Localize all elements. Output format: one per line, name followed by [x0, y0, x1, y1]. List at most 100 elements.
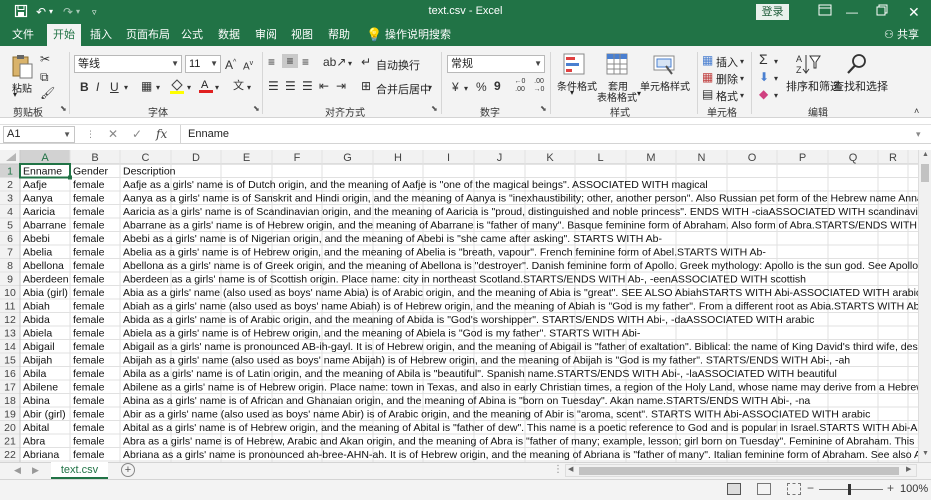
- zoom-out-icon[interactable]: −: [807, 481, 814, 495]
- cell-description[interactable]: Abilene as a girls' name is of Hebrew or…: [123, 382, 918, 394]
- paste-dropdown-icon[interactable]: ▾: [13, 90, 17, 99]
- conditional-dropdown-icon[interactable]: ▾: [570, 88, 574, 97]
- cell-name[interactable]: Aanya: [23, 193, 53, 205]
- row-header[interactable]: 19: [4, 409, 16, 421]
- merge-center-button[interactable]: 合并后居中: [376, 81, 431, 97]
- row-header[interactable]: 17: [4, 382, 16, 394]
- cell-description[interactable]: Abiah as a girls' name (also used as boy…: [123, 301, 918, 313]
- wrap-text-button[interactable]: 自动换行: [376, 57, 420, 73]
- cell-name[interactable]: Aafje: [23, 179, 47, 191]
- column-header-c[interactable]: C: [142, 152, 150, 164]
- insert-cells-icon[interactable]: ▦: [702, 53, 713, 67]
- row-header[interactable]: 15: [4, 355, 16, 367]
- align-right-icon[interactable]: ☰: [302, 79, 313, 93]
- cell-gender[interactable]: female: [73, 355, 105, 367]
- row-header[interactable]: 9: [7, 274, 13, 286]
- row-header[interactable]: 16: [4, 368, 16, 380]
- scroll-down-icon[interactable]: ▼: [922, 450, 929, 457]
- cell-gender[interactable]: female: [73, 287, 105, 299]
- cell-styles-button[interactable]: 单元格样式: [640, 78, 690, 93]
- column-header-o[interactable]: O: [748, 152, 757, 164]
- font-launcher-icon[interactable]: ⬊: [253, 104, 260, 113]
- fill-color-icon[interactable]: [170, 78, 184, 97]
- cell-gender[interactable]: female: [73, 422, 105, 434]
- cell-name[interactable]: Abebi: [23, 233, 50, 245]
- insert-cells-button[interactable]: 插入: [716, 54, 738, 70]
- tab-home[interactable]: 开始: [47, 24, 81, 46]
- cell-description[interactable]: Abigail as a girls' name is pronounced A…: [123, 341, 918, 353]
- cell-name[interactable]: Abiela: [23, 328, 52, 340]
- cell-name[interactable]: Abital: [23, 422, 49, 434]
- underline-dropdown-icon[interactable]: ▾: [124, 81, 128, 95]
- cell-gender[interactable]: female: [73, 436, 105, 448]
- page-break-view-icon[interactable]: [787, 483, 801, 495]
- cell-description[interactable]: Abijah as a girls' name (also used as bo…: [123, 355, 850, 367]
- row-header[interactable]: 14: [4, 341, 16, 353]
- insert-dropdown-icon[interactable]: ▾: [740, 55, 744, 69]
- cell-gender[interactable]: female: [73, 206, 105, 218]
- cell-description[interactable]: Description: [123, 166, 176, 178]
- cell-name[interactable]: Abra: [23, 436, 45, 448]
- column-header-l[interactable]: L: [597, 152, 603, 164]
- delete-cells-button[interactable]: 删除: [716, 71, 738, 87]
- grow-font-icon[interactable]: A^: [225, 56, 236, 72]
- cell-description[interactable]: Abital as a girls' name is of Hebrew ori…: [123, 422, 918, 434]
- number-format-select[interactable]: 常规 ▼: [447, 55, 545, 73]
- bold-button[interactable]: B: [80, 80, 89, 94]
- cancel-edit-icon[interactable]: ✕: [108, 127, 118, 141]
- row-header[interactable]: 21: [4, 436, 16, 448]
- row-header[interactable]: 10: [4, 287, 16, 299]
- number-launcher-icon[interactable]: ⬊: [540, 104, 547, 113]
- column-header-k[interactable]: K: [546, 152, 554, 164]
- cell-gender[interactable]: female: [73, 341, 105, 353]
- cell-gender[interactable]: female: [73, 193, 105, 205]
- row-header[interactable]: 13: [4, 328, 16, 340]
- fill-icon[interactable]: ⬇: [759, 70, 769, 84]
- increase-indent-icon[interactable]: ⇥: [336, 79, 346, 93]
- next-sheet-icon[interactable]: ▶: [32, 465, 39, 476]
- align-bottom-icon[interactable]: ≡: [302, 55, 309, 69]
- tab-review[interactable]: 审阅: [255, 24, 277, 46]
- orientation-icon[interactable]: ab↗: [323, 55, 346, 69]
- increase-decimal-button[interactable]: ←0 .00: [512, 78, 528, 94]
- cell-description[interactable]: Abriana as a girls' name is pronounced a…: [123, 449, 918, 461]
- format-cells-icon[interactable]: ▤: [702, 87, 713, 101]
- tell-me-search[interactable]: 操作说明搜索: [385, 24, 451, 46]
- comma-format-button[interactable]: 9: [494, 79, 501, 93]
- alignment-launcher-icon[interactable]: ⬊: [431, 104, 438, 113]
- merge-center-icon[interactable]: ⊞: [361, 79, 371, 93]
- spreadsheet-grid[interactable]: A B C D E F G H I J K L M N O P Q R 1 Enname Gender Descripti…: [0, 150, 918, 462]
- column-header-d[interactable]: D: [192, 152, 200, 164]
- row-header[interactable]: 20: [4, 422, 16, 434]
- cell-description[interactable]: Abida as a girls' name is of Arabic orig…: [123, 314, 814, 326]
- cell-description[interactable]: Aaricia as a girls' name is of Scandinav…: [123, 206, 918, 218]
- redo-icon[interactable]: ↷: [63, 4, 73, 20]
- cell-name[interactable]: Aaricia: [23, 206, 55, 218]
- cell-name[interactable]: Abiah: [23, 301, 50, 313]
- delete-cells-icon[interactable]: ▦: [702, 70, 713, 84]
- column-header-e[interactable]: E: [243, 152, 250, 164]
- column-header-q[interactable]: Q: [849, 152, 858, 164]
- copy-icon[interactable]: ⧉: [40, 70, 49, 84]
- phonetic-icon[interactable]: 文: [233, 79, 244, 93]
- cell-name[interactable]: Abina: [23, 395, 50, 407]
- cell-description[interactable]: Abra as a girls' name is of Hebrew, Arab…: [123, 436, 918, 448]
- share-icon[interactable]: ⚇: [884, 24, 894, 46]
- autosum-dropdown-icon[interactable]: ▾: [774, 55, 778, 69]
- cell-description[interactable]: Abina as a girls' name is of African and…: [123, 395, 810, 407]
- conditional-formatting-icon[interactable]: [562, 52, 586, 76]
- align-center-icon[interactable]: ☰: [285, 79, 296, 93]
- decrease-indent-icon[interactable]: ⇤: [319, 79, 329, 93]
- tab-formulas[interactable]: 公式: [181, 24, 203, 46]
- font-color-icon[interactable]: A: [199, 77, 213, 96]
- restore-icon[interactable]: [876, 4, 888, 20]
- cell-description[interactable]: Abia as a girls' name (also used as boys…: [123, 287, 918, 299]
- column-header-b[interactable]: B: [91, 152, 98, 164]
- cell-name[interactable]: Abijah: [23, 355, 52, 367]
- cell-description[interactable]: Abellona as a girls' name is of Greek or…: [123, 260, 918, 272]
- cell-styles-icon[interactable]: [652, 52, 676, 76]
- cell-description[interactable]: Aberdeen as a girls' name is of Scottish…: [123, 274, 806, 286]
- cell-gender[interactable]: female: [73, 449, 105, 461]
- align-left-icon[interactable]: ☰: [268, 79, 279, 93]
- format-cells-button[interactable]: 格式: [716, 88, 738, 104]
